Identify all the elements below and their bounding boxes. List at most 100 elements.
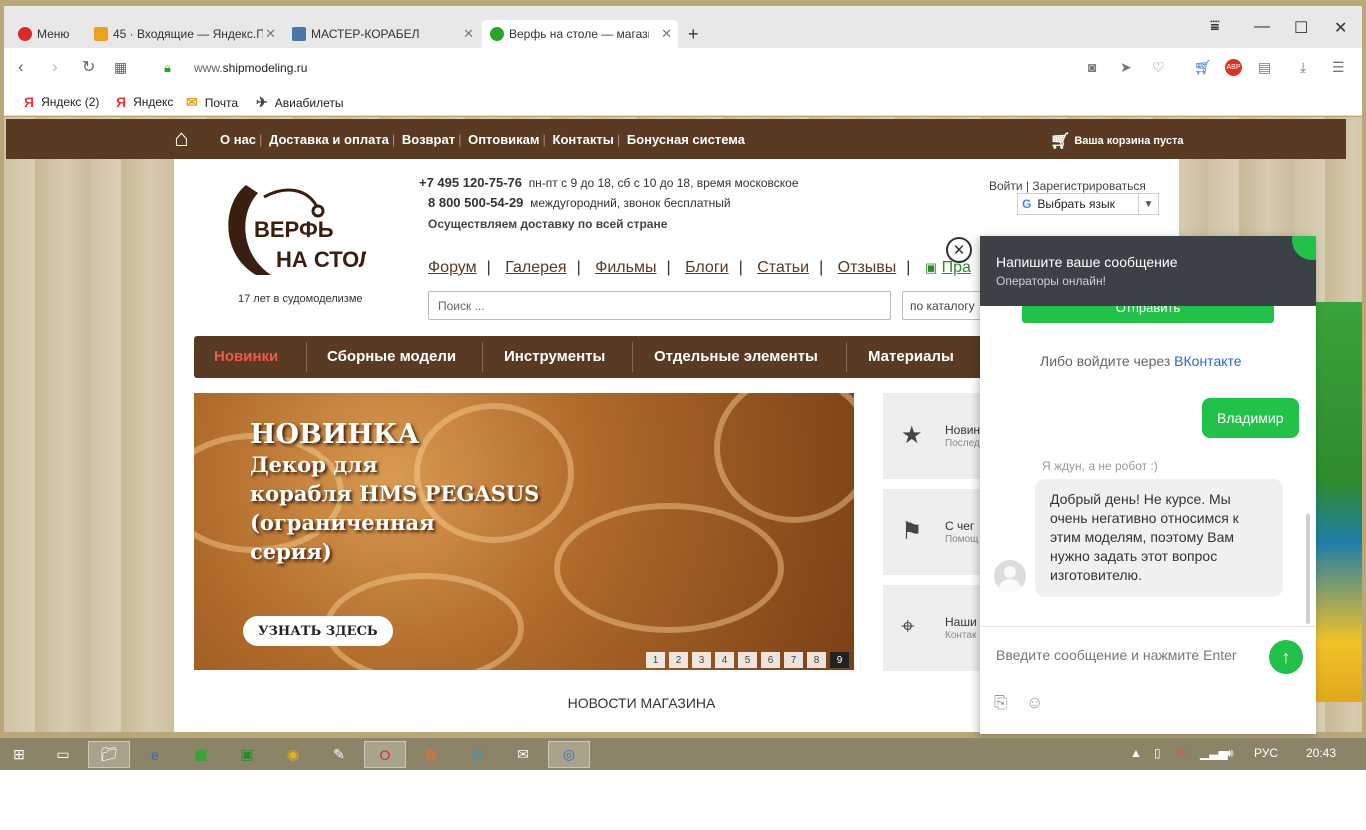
topnav-return[interactable]: Возврат <box>402 132 455 147</box>
tab-menu-icon[interactable]: ⩸ <box>1210 18 1220 36</box>
subnav-films[interactable]: Фильмы <box>595 259 656 276</box>
maximize-icon[interactable]: ☐ <box>1294 18 1308 38</box>
chat-scrollbar[interactable] <box>1306 514 1310 624</box>
file-explorer-icon[interactable]: 📁︎ <box>88 741 130 768</box>
close-icon[interactable]: ✕ <box>265 26 276 42</box>
reload-icon[interactable]: ↻ <box>82 57 95 77</box>
chat-send-form-button[interactable]: Отправить <box>1022 306 1274 323</box>
vk-login-link[interactable]: ВКонтакте <box>1174 353 1241 369</box>
opera-app-icon[interactable]: O <box>364 741 406 768</box>
topnav-bonus[interactable]: Бонусная система <box>627 132 745 147</box>
subnav-forum[interactable]: Форум <box>428 259 477 276</box>
chat-close-button[interactable]: ✕ <box>946 237 972 263</box>
mail-app-icon[interactable]: ✉ <box>502 741 544 768</box>
subnav-reviews[interactable]: Отзывы <box>838 259 897 276</box>
close-window-icon[interactable]: ✕ <box>1334 18 1347 38</box>
banner-page-9-active[interactable]: 9 <box>830 652 849 668</box>
speed-dial-icon[interactable]: ▦ <box>114 59 127 76</box>
extension-icon[interactable]: ▤ <box>1258 59 1271 76</box>
catalog-select[interactable]: по каталогу <box>902 291 992 320</box>
subnav-blogs[interactable]: Блоги <box>685 259 729 276</box>
battery-icon[interactable]: ▯ <box>1154 746 1161 760</box>
language-indicator[interactable]: РУС <box>1254 746 1278 760</box>
topnav-about[interactable]: О нас <box>220 132 256 147</box>
mainnav-tools[interactable]: Инструменты <box>504 348 605 365</box>
banner-page-4[interactable]: 4 <box>715 652 734 668</box>
globe-app-icon[interactable]: ◎ <box>548 741 590 768</box>
heart-icon[interactable]: ♡ <box>1152 59 1165 76</box>
banner-page-8[interactable]: 8 <box>807 652 826 668</box>
camera-icon[interactable]: ◙ <box>1088 59 1096 75</box>
home-icon[interactable]: ⌂ <box>174 125 189 153</box>
excel-app-icon[interactable]: ▣ <box>226 741 268 768</box>
tab-verf-active[interactable]: Верфь на столе — магазин ✕ <box>482 20 678 48</box>
download-icon[interactable]: ⤓ <box>1300 59 1306 76</box>
cart-widget[interactable]: 🛒︎ Ваша корзина пуста <box>1050 131 1184 151</box>
banner-page-6[interactable]: 6 <box>761 652 780 668</box>
new-tab-button[interactable]: + <box>680 20 710 48</box>
promo-banner[interactable]: НОВИНКА Декор для корабля HMS PEGASUS (о… <box>194 393 854 670</box>
login-link[interactable]: Войти <box>989 179 1023 193</box>
tab-label: Меню <box>37 27 70 41</box>
search-input[interactable]: Поиск ... <box>428 291 891 320</box>
banner-page-3[interactable]: 3 <box>692 652 711 668</box>
minimize-icon[interactable]: — <box>1254 18 1270 36</box>
subnav-gallery[interactable]: Галерея <box>505 259 566 276</box>
phone2-number[interactable]: 8 800 500-54-29 <box>428 195 523 210</box>
bookmark-yandex[interactable]: Я Яндекс <box>116 94 173 110</box>
banner-page-2[interactable]: 2 <box>669 652 688 668</box>
chat-send-button[interactable]: ↑ <box>1269 640 1303 674</box>
signal-icon[interactable]: ▁▃▅ <box>1200 746 1228 760</box>
calculator-icon[interactable]: ▦ <box>180 741 222 768</box>
forward-icon[interactable]: › <box>52 57 58 77</box>
volume-icon[interactable]: 🔊︎ <box>1226 746 1234 761</box>
send-icon[interactable]: ➤ <box>1120 59 1132 76</box>
paperclip-icon[interactable]: ⎘ <box>994 693 1008 713</box>
app-icon[interactable]: ✎ <box>318 741 360 768</box>
mainnav-kits[interactable]: Сборные модели <box>327 348 456 365</box>
banner-page-7[interactable]: 7 <box>784 652 803 668</box>
tab-master-korabel[interactable]: МАСТЕР-КОРАБЕЛ ✕ <box>284 20 480 48</box>
topnav-wholesale[interactable]: Оптовикам <box>468 132 539 147</box>
register-link[interactable]: Зарегистрироваться <box>1032 179 1145 193</box>
side-card-contacts[interactable]: ⌖ Наши Контак <box>883 585 993 671</box>
side-card-new[interactable]: ★ Новин Послед <box>883 393 993 479</box>
back-icon[interactable]: ‹ <box>18 57 24 77</box>
side-card-start[interactable]: ⚑ С чег Помощ <box>883 489 993 575</box>
bookmark-mail[interactable]: ✉ Почта <box>186 94 238 111</box>
banner-page-5[interactable]: 5 <box>738 652 757 668</box>
adblock-icon[interactable]: ABP <box>1225 59 1242 76</box>
site-logo[interactable]: ВЕРФЬ НА СТОЛЕ <box>216 175 366 285</box>
settings-icon[interactable]: ☰ <box>1332 59 1345 76</box>
topnav-contacts[interactable]: Контакты <box>553 132 614 147</box>
banner-page-1[interactable]: 1 <box>646 652 665 668</box>
tray-arrow-icon[interactable]: ▲ <box>1130 746 1142 760</box>
topnav-delivery[interactable]: Доставка и оплата <box>269 132 389 147</box>
emoji-icon[interactable]: ☺ <box>1026 693 1043 713</box>
mainnav-parts[interactable]: Отдельные элементы <box>654 348 818 365</box>
chrome-icon[interactable]: ◉ <box>272 741 314 768</box>
bookmark-yandex-2[interactable]: Я Яндекс (2) <box>24 94 99 110</box>
mainnav-materials[interactable]: Материалы <box>868 348 954 365</box>
tab-yandex-mail[interactable]: 45 · Входящие — Яндекс.П ✕ <box>86 20 282 48</box>
phone1-number[interactable]: +7 495 120-75-76 <box>419 175 522 190</box>
tab-menu[interactable]: Меню <box>10 20 86 48</box>
chat-message-input[interactable]: Введите сообщение и нажмите Enter <box>996 647 1237 663</box>
language-select[interactable]: G Выбрать язык ▼ <box>1017 193 1159 215</box>
skype-icon[interactable]: S <box>456 741 498 768</box>
close-icon[interactable]: ✕ <box>661 26 672 42</box>
banner-learn-more-button[interactable]: УЗНАТЬ ЗДЕСЬ <box>243 616 393 646</box>
cart-ext-icon[interactable]: 🛒︎ <box>1194 59 1212 76</box>
mainnav-new[interactable]: Новинки <box>214 348 278 365</box>
subnav-articles[interactable]: Статьи <box>757 259 809 276</box>
bookmark-avia[interactable]: ✈ Авиабилеты <box>256 94 343 111</box>
url-field[interactable]: www.shipmodeling.ru <box>194 61 307 75</box>
ie-icon[interactable]: e <box>134 741 176 768</box>
explorer-window-icon[interactable]: ▭ <box>42 741 84 768</box>
close-icon[interactable]: ✕ <box>463 26 474 42</box>
firefox-icon[interactable]: ◍ <box>410 741 452 768</box>
clock[interactable]: 20:43 <box>1306 746 1336 760</box>
network-error-icon[interactable]: ✕ <box>1176 746 1186 760</box>
windows-start-icon[interactable]: ⊞ <box>0 741 38 768</box>
chat-input-placeholder: Введите сообщение и нажмите Enter <box>996 647 1237 663</box>
